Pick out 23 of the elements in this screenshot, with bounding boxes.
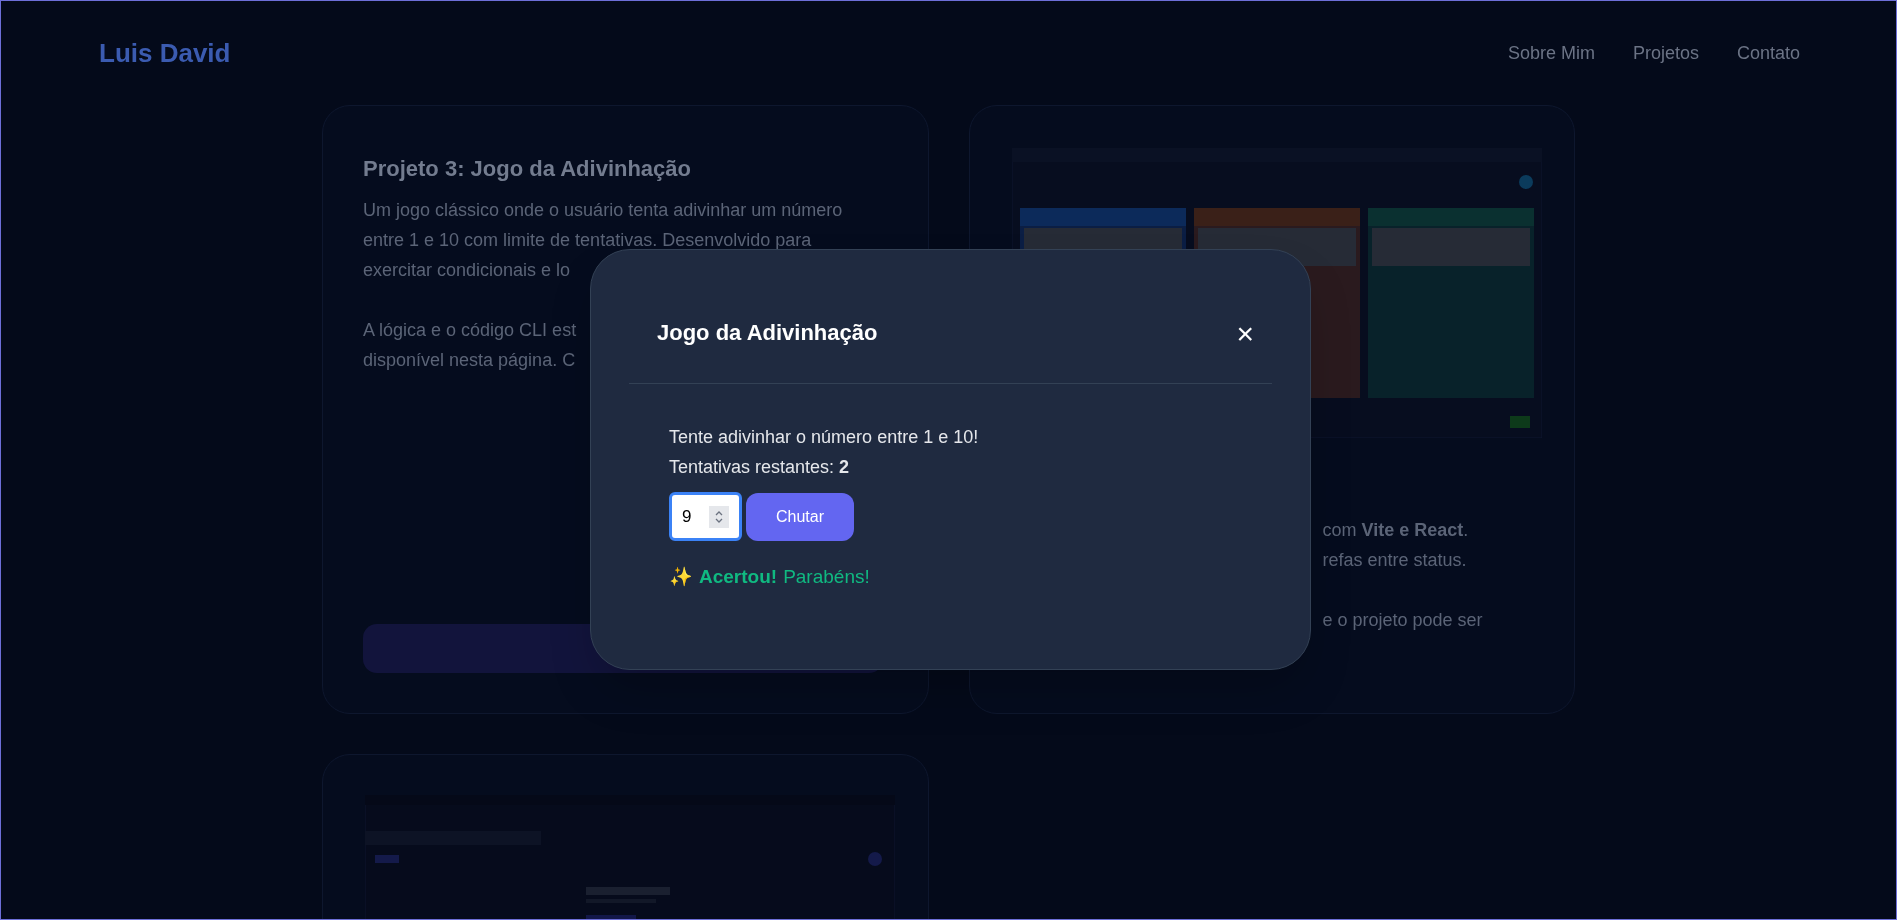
paragraph-line: Um jogo clássico onde o usuário tenta adivinhar um número — [363, 199, 843, 222]
spinner-icon[interactable] — [709, 505, 729, 528]
paragraph-line: com Vite e React. — [1322, 519, 1469, 542]
site-logo[interactable]: Luis David — [99, 33, 231, 73]
attempts-remaining: Tentativas restantes: 2 — [669, 456, 851, 479]
number-input[interactable]: 9 — [669, 492, 742, 541]
sparkles-icon: ✨ — [669, 563, 693, 592]
card-title: Projeto 3: Jogo da Adivinhação — [363, 155, 692, 183]
paragraph-line: disponível nesta página. C — [363, 349, 576, 372]
paragraph-line: refas entre status. — [1322, 549, 1467, 572]
paragraph-line: e o projeto pode ser — [1322, 609, 1483, 632]
result-message: Parabéns! — [783, 565, 870, 589]
modal-title: Jogo da Adivinhação — [657, 319, 878, 347]
paragraph-line: A lógica e o código CLI est — [363, 319, 577, 342]
nav-link[interactable]: Projetos — [1632, 39, 1699, 67]
guess-button[interactable]: Chutar — [746, 492, 854, 541]
paragraph-line: entre 1 e 10 com limite de tentativas. Desenvolvido para — [363, 229, 812, 252]
close-button[interactable]: × — [1236, 319, 1254, 349]
game-prompt: Tente adivinhar o número entre 1 e 10! — [669, 426, 980, 449]
result-strong: Acertou! — [699, 565, 778, 589]
nav-link[interactable]: Contato — [1736, 39, 1800, 67]
paragraph-line: exercitar condicionais e lo — [363, 259, 571, 282]
nav-link[interactable]: Sobre Mim — [1507, 39, 1595, 67]
